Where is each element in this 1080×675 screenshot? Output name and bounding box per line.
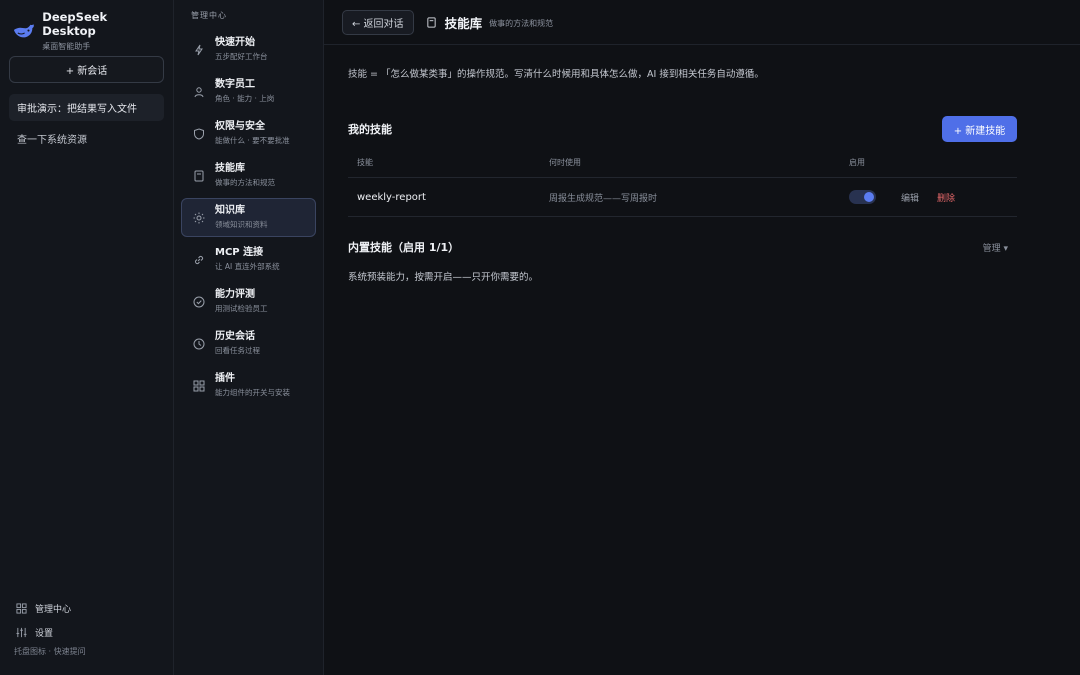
new-chat-button[interactable]: + 新会话 [9, 56, 164, 83]
toggle-cell [849, 190, 901, 204]
page-subtitle: 做事的方法和规范 [489, 19, 554, 28]
section-title: 内置技能（启用 1/1） [348, 241, 460, 254]
admin-center-link[interactable]: 管理中心 [16, 596, 86, 620]
nav-item-title: 历史会话 [215, 331, 255, 342]
nav-item-subtitle: 用测试检验员工 [215, 304, 268, 313]
main-panel: ← 返回对话 技能库 做事的方法和规范 技能 = 「怎么做某类事」的操作规范。写… [324, 0, 1080, 675]
nav-item-digital-staff[interactable]: 数字员工 角色 · 能力 · 上岗 [181, 72, 316, 111]
nav-item-skills[interactable]: 技能库 做事的方法和规范 [181, 156, 316, 195]
nav-item-subtitle: 让 AI 直连外部系统 [215, 262, 280, 271]
my-skills-header: 我的技能 + 新建技能 [348, 116, 1017, 142]
page-title: 技能库 [444, 15, 483, 31]
person-icon [194, 86, 204, 97]
nav-item-plugins[interactable]: 插件 能力组件的开关与安装 [181, 366, 316, 405]
brand: DeepSeek Desktop 桌面智能助手 [0, 0, 173, 51]
nav-item-knowledge[interactable]: 知识库 领域知识和资料 [181, 198, 316, 237]
builtin-description: 系统预装能力，按需开启——只开你需要的。 [348, 272, 539, 283]
builtin-skills-header: 内置技能（启用 1/1） 管理 ▾ [348, 239, 1017, 255]
new-skill-button[interactable]: + 新建技能 [942, 116, 1017, 142]
nav-item-quick-start[interactable]: 快速开始 五步配好工作台 [181, 30, 316, 69]
nav-item-subtitle: 角色 · 能力 · 上岗 [215, 94, 275, 103]
sliders-icon [16, 627, 27, 637]
settings-label: 设置 [35, 628, 54, 639]
nav-item-title: 快速开始 [215, 37, 255, 48]
grid-icon [193, 380, 205, 391]
book-icon [426, 16, 436, 28]
section-title: 我的技能 [348, 123, 392, 136]
back-to-chat-button[interactable]: ← 返回对话 [342, 9, 414, 35]
nav-item-subtitle: 能力组件的开关与安装 [215, 388, 290, 397]
nav-item-mcp[interactable]: MCP 连接 让 AI 直连外部系统 [181, 240, 316, 279]
nav-item-subtitle: 做事的方法和规范 [215, 178, 275, 187]
book-icon [194, 170, 204, 181]
lightning-icon [195, 44, 203, 55]
toggle-knob [864, 192, 874, 202]
edit-button[interactable]: 编辑 [901, 191, 919, 204]
nav-item-title: 技能库 [215, 163, 245, 174]
skills-content: 技能 = 「怎么做某类事」的操作规范。写清什么时候用和具体怎么做，AI 接到相关… [324, 45, 1017, 283]
nav-item-subtitle: 五步配好工作台 [215, 52, 268, 61]
manage-dropdown[interactable]: 管理 ▾ [983, 241, 1017, 254]
nav-item-title: 插件 [215, 373, 235, 384]
nav-item-permissions[interactable]: 权限与安全 能做什么 · 要不要批准 [181, 114, 316, 153]
skill-name: weekly-report [357, 191, 426, 203]
clock-icon [193, 338, 205, 349]
page-header: ← 返回对话 技能库 做事的方法和规范 [324, 0, 1080, 45]
nav-item-title: 数字员工 [215, 79, 255, 90]
nav-item-title: 能力评测 [215, 289, 255, 300]
table-row: weekly-report 周报生成规范——写周报时 编辑 删除 [348, 178, 1017, 217]
nav-item-title: 知识库 [215, 205, 245, 216]
enable-toggle[interactable] [849, 190, 876, 204]
intro-text: 技能 = 「怎么做某类事」的操作规范。写清什么时候用和具体怎么做，AI 接到相关… [348, 69, 764, 80]
nav-item-evaluation[interactable]: 能力评测 用测试检验员工 [181, 282, 316, 321]
admin-nav: 管理中心 快速开始 五步配好工作台 数字员工 角色 · 能力 · 上岗 权限与安… [174, 0, 324, 675]
check-circle-icon [193, 296, 205, 307]
conversation-item[interactable]: 查一下系统资源 [9, 125, 164, 152]
sun-icon [193, 212, 205, 223]
column-header: 启用 [849, 158, 865, 167]
sidebar-footer: 管理中心 设置 托盘图标 · 快速提问 [14, 596, 86, 657]
nav-header: 管理中心 [191, 11, 227, 20]
nav-item-subtitle: 回看任务过程 [215, 346, 260, 355]
shield-icon [194, 127, 204, 140]
whale-logo-icon [13, 23, 34, 37]
link-icon [194, 255, 204, 264]
admin-center-label: 管理中心 [35, 604, 72, 615]
tray-hint: 托盘图标 · 快速提问 [14, 647, 86, 656]
nav-item-subtitle: 领域知识和资料 [215, 220, 268, 229]
nav-item-title: MCP 连接 [215, 247, 264, 258]
brand-subtitle: 桌面智能助手 [42, 41, 91, 51]
conversation-item[interactable]: 审批演示：把结果写入文件 [9, 94, 164, 121]
column-header: 技能 [357, 158, 373, 167]
nav-item-title: 权限与安全 [215, 121, 265, 132]
nav-item-history[interactable]: 历史会话 回看任务过程 [181, 324, 316, 363]
skills-table-header: 技能 何时使用 启用 [348, 151, 1017, 178]
skill-when: 周报生成规范——写周报时 [549, 193, 658, 204]
left-sidebar: DeepSeek Desktop 桌面智能助手 + 新会话 审批演示：把结果写入… [0, 0, 174, 675]
column-header: 何时使用 [549, 158, 581, 167]
settings-link[interactable]: 设置 [16, 620, 86, 644]
app-window: DeepSeek Desktop 桌面智能助手 + 新会话 审批演示：把结果写入… [0, 0, 1080, 675]
delete-button[interactable]: 删除 [937, 191, 955, 204]
nav-item-subtitle: 能做什么 · 要不要批准 [215, 136, 290, 145]
brand-title: DeepSeek Desktop [42, 9, 108, 38]
grid-icon [16, 602, 27, 614]
